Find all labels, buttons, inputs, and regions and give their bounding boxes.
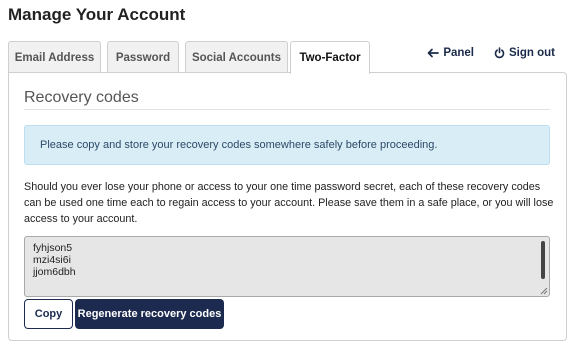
arrow-left-icon: [427, 48, 440, 58]
two-factor-panel: Recovery codes Please copy and store you…: [8, 72, 567, 341]
power-icon: [494, 47, 505, 59]
recovery-description: Should you ever lose your phone or acces…: [24, 181, 554, 225]
tab-two-factor[interactable]: Two-Factor: [290, 41, 370, 74]
panel-link[interactable]: Panel: [427, 47, 474, 59]
page-title: Manage Your Account: [8, 5, 186, 24]
top-links: Panel Sign out: [427, 47, 555, 59]
scrollbar[interactable]: [541, 241, 545, 279]
tab-email-address[interactable]: Email Address: [8, 41, 101, 73]
sign-out-link[interactable]: Sign out: [494, 47, 555, 59]
recovery-code: jjom6dbh: [33, 266, 76, 278]
section-title: Recovery codes: [24, 89, 139, 106]
recovery-codes-textarea[interactable]: fyhjson5 mzi4si6i jjom6dbh: [24, 236, 550, 297]
section-divider: [24, 109, 550, 110]
copy-button[interactable]: Copy: [24, 299, 73, 329]
resize-grip-icon[interactable]: [540, 287, 548, 295]
sign-out-link-label: Sign out: [509, 47, 555, 59]
tab-password[interactable]: Password: [107, 41, 179, 73]
recovery-code: fyhjson5: [33, 242, 73, 254]
info-alert: Please copy and store your recovery code…: [24, 125, 550, 165]
tab-social-accounts[interactable]: Social Accounts: [185, 41, 288, 73]
panel-link-label: Panel: [443, 47, 474, 59]
info-alert-text: Please copy and store your recovery code…: [40, 139, 438, 151]
recovery-code: mzi4si6i: [33, 254, 71, 266]
regenerate-codes-button[interactable]: Regenerate recovery codes: [75, 299, 224, 329]
